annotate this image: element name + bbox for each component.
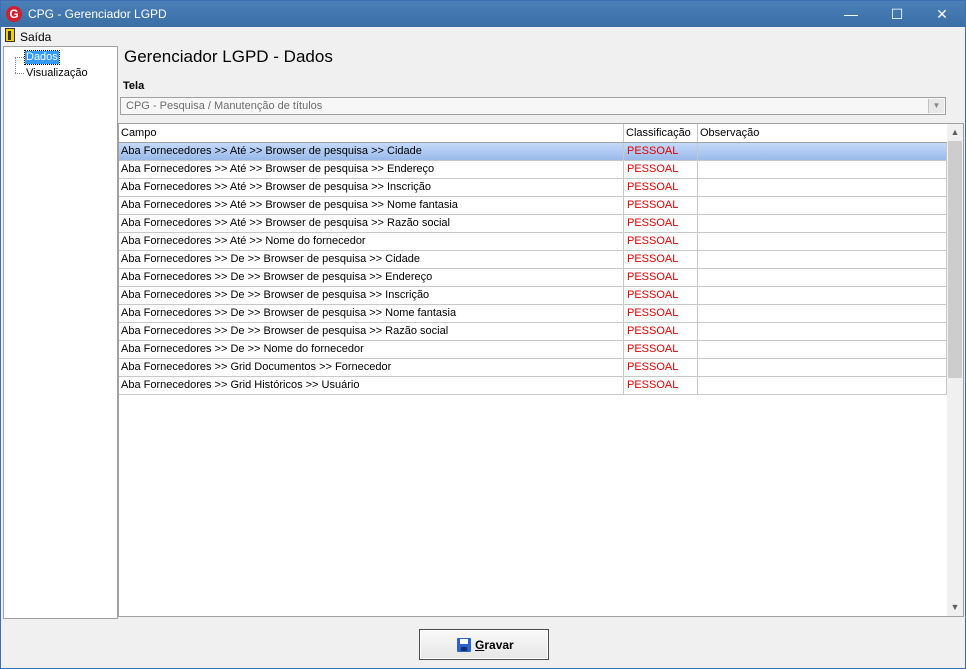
cell-campo[interactable]: Aba Fornecedores >> Grid Documentos >> F… — [119, 359, 624, 376]
cell-campo[interactable]: Aba Fornecedores >> De >> Browser de pes… — [119, 323, 624, 340]
cell-observacao[interactable] — [698, 341, 947, 358]
floppy-disk-icon — [457, 638, 471, 652]
chevron-down-icon[interactable]: ▼ — [928, 99, 944, 113]
tree-connector — [15, 73, 24, 74]
cell-classificacao[interactable]: PESSOAL — [624, 197, 698, 214]
cell-classificacao[interactable]: PESSOAL — [624, 179, 698, 196]
cell-classificacao[interactable]: PESSOAL — [624, 341, 698, 358]
cell-observacao[interactable] — [698, 233, 947, 250]
grid-rows: Aba Fornecedores >> Até >> Browser de pe… — [119, 143, 947, 395]
table-row[interactable]: Aba Fornecedores >> De >> Nome do fornec… — [119, 341, 947, 359]
maximize-button[interactable]: ☐ — [874, 1, 920, 27]
save-button-label: Gravar — [475, 638, 514, 652]
navigation-tree: Dados Visualização — [3, 46, 118, 619]
table-row[interactable]: Aba Fornecedores >> De >> Browser de pes… — [119, 251, 947, 269]
exit-door-icon[interactable] — [5, 28, 15, 42]
column-header-classificacao[interactable]: Classificação — [624, 124, 698, 142]
main-window: G CPG - Gerenciador LGPD — ☐ ✕ Saída Dad… — [0, 0, 966, 669]
scroll-down-icon[interactable]: ▼ — [947, 599, 963, 616]
table-row[interactable]: Aba Fornecedores >> De >> Browser de pes… — [119, 287, 947, 305]
cell-observacao[interactable] — [698, 377, 947, 394]
table-row[interactable]: Aba Fornecedores >> Até >> Browser de pe… — [119, 161, 947, 179]
cell-classificacao[interactable]: PESSOAL — [624, 143, 698, 160]
table-row[interactable]: Aba Fornecedores >> De >> Browser de pes… — [119, 305, 947, 323]
table-row[interactable]: Aba Fornecedores >> Grid Históricos >> U… — [119, 377, 947, 395]
tela-select[interactable]: CPG - Pesquisa / Manutenção de títulos ▼ — [120, 97, 946, 115]
cell-campo[interactable]: Aba Fornecedores >> De >> Browser de pes… — [119, 287, 624, 304]
table-row[interactable]: Aba Fornecedores >> De >> Browser de pes… — [119, 323, 947, 341]
table-row[interactable]: Aba Fornecedores >> Até >> Browser de pe… — [119, 215, 947, 233]
fields-grid: Campo Classificação Observação Aba Forne… — [118, 123, 964, 617]
cell-observacao[interactable] — [698, 269, 947, 286]
cell-classificacao[interactable]: PESSOAL — [624, 215, 698, 232]
cell-observacao[interactable] — [698, 251, 947, 268]
cell-observacao[interactable] — [698, 143, 947, 160]
app-logo-icon: G — [6, 6, 22, 22]
cell-observacao[interactable] — [698, 161, 947, 178]
cell-observacao[interactable] — [698, 287, 947, 304]
cell-campo[interactable]: Aba Fornecedores >> Até >> Browser de pe… — [119, 179, 624, 196]
cell-campo[interactable]: Aba Fornecedores >> Até >> Browser de pe… — [119, 143, 624, 160]
menu-bar: Saída — [1, 27, 965, 45]
title-bar: G CPG - Gerenciador LGPD — ☐ ✕ — [1, 1, 965, 27]
cell-classificacao[interactable]: PESSOAL — [624, 323, 698, 340]
save-button[interactable]: Gravar — [419, 629, 549, 660]
table-row[interactable]: Aba Fornecedores >> Até >> Browser de pe… — [119, 143, 947, 161]
cell-classificacao[interactable]: PESSOAL — [624, 269, 698, 286]
cell-observacao[interactable] — [698, 305, 947, 322]
cell-campo[interactable]: Aba Fornecedores >> Até >> Browser de pe… — [119, 161, 624, 178]
table-row[interactable]: Aba Fornecedores >> Até >> Browser de pe… — [119, 197, 947, 215]
cell-classificacao[interactable]: PESSOAL — [624, 251, 698, 268]
tree-connector — [15, 57, 16, 73]
scroll-thumb[interactable] — [948, 141, 962, 378]
cell-campo[interactable]: Aba Fornecedores >> De >> Browser de pes… — [119, 305, 624, 322]
table-row[interactable]: Aba Fornecedores >> Até >> Nome do forne… — [119, 233, 947, 251]
cell-classificacao[interactable]: PESSOAL — [624, 287, 698, 304]
cell-classificacao[interactable]: PESSOAL — [624, 305, 698, 322]
cell-observacao[interactable] — [698, 215, 947, 232]
tree-item-dados[interactable]: Dados — [24, 50, 60, 65]
cell-classificacao[interactable]: PESSOAL — [624, 377, 698, 394]
tree-item-visualizacao[interactable]: Visualização — [25, 67, 89, 80]
menu-exit[interactable]: Saída — [20, 30, 51, 44]
minimize-button[interactable]: — — [828, 1, 874, 27]
cell-observacao[interactable] — [698, 323, 947, 340]
page-title: Gerenciador LGPD - Dados — [124, 47, 333, 66]
cell-classificacao[interactable]: PESSOAL — [624, 359, 698, 376]
tela-label: Tela — [123, 80, 145, 92]
cell-campo[interactable]: Aba Fornecedores >> De >> Nome do fornec… — [119, 341, 624, 358]
cell-classificacao[interactable]: PESSOAL — [624, 161, 698, 178]
cell-campo[interactable]: Aba Fornecedores >> De >> Browser de pes… — [119, 251, 624, 268]
table-row[interactable]: Aba Fornecedores >> Até >> Browser de pe… — [119, 179, 947, 197]
cell-campo[interactable]: Aba Fornecedores >> Grid Históricos >> U… — [119, 377, 624, 394]
cell-campo[interactable]: Aba Fornecedores >> Até >> Browser de pe… — [119, 215, 624, 232]
tela-select-value: CPG - Pesquisa / Manutenção de títulos — [126, 100, 323, 112]
vertical-scrollbar[interactable]: ▲ ▼ — [947, 124, 963, 616]
cell-observacao[interactable] — [698, 197, 947, 214]
scroll-up-icon[interactable]: ▲ — [947, 124, 963, 141]
column-header-observacao[interactable]: Observação — [698, 124, 947, 142]
grid-header: Campo Classificação Observação — [119, 124, 947, 143]
cell-campo[interactable]: Aba Fornecedores >> De >> Browser de pes… — [119, 269, 624, 286]
cell-classificacao[interactable]: PESSOAL — [624, 233, 698, 250]
column-header-campo[interactable]: Campo — [119, 124, 624, 142]
window-title: CPG - Gerenciador LGPD — [28, 7, 167, 21]
cell-campo[interactable]: Aba Fornecedores >> Até >> Browser de pe… — [119, 197, 624, 214]
table-row[interactable]: Aba Fornecedores >> De >> Browser de pes… — [119, 269, 947, 287]
cell-observacao[interactable] — [698, 179, 947, 196]
close-button[interactable]: ✕ — [919, 1, 965, 27]
tree-connector — [15, 57, 24, 58]
table-row[interactable]: Aba Fornecedores >> Grid Documentos >> F… — [119, 359, 947, 377]
cell-observacao[interactable] — [698, 359, 947, 376]
cell-campo[interactable]: Aba Fornecedores >> Até >> Nome do forne… — [119, 233, 624, 250]
